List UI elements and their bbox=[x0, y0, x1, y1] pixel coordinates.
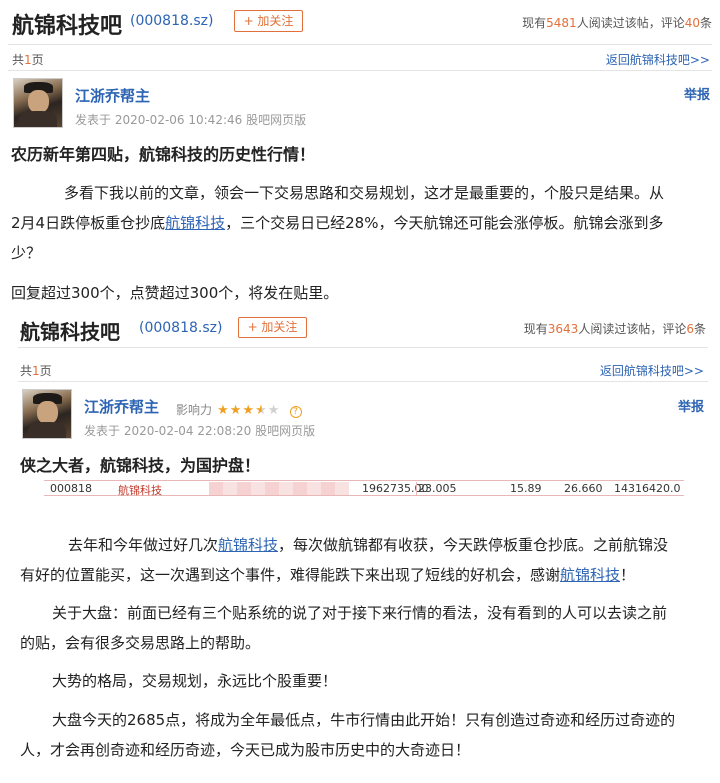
embedded-back-link: 返回航锦科技吧>> bbox=[599, 364, 704, 378]
bar-title[interactable]: 航锦科技吧 bbox=[12, 8, 122, 40]
read-stats: 现有5481人阅读过该帖，评论40条 bbox=[522, 16, 712, 30]
embedded-paragraph: 人，才会再创奇迹和经历奇迹，今天已成为股市历史中的大奇迹日！ bbox=[20, 741, 471, 759]
post-paragraph: 多看下我以前的文章，领会一下交易思路和交易规划，这才是最重要的，个股只是结果。从 bbox=[64, 184, 665, 202]
follow-button[interactable]: + 加关注 bbox=[234, 10, 303, 32]
quote-code: 000818 bbox=[50, 482, 92, 495]
embedded-read-stats: 现有3643人阅读过该帖，评论6条 bbox=[523, 322, 706, 336]
star-icon: ★ bbox=[217, 403, 230, 418]
quote-amount: 14316420.0 bbox=[614, 482, 681, 495]
report-link[interactable]: 举报 bbox=[684, 84, 710, 103]
embedded-post-title: 侠之大者，航锦科技，为国护盘！ bbox=[20, 456, 261, 475]
divider bbox=[8, 44, 712, 45]
rating-stars: ★★★★★ bbox=[217, 403, 285, 418]
star-icon: ★ bbox=[242, 403, 256, 418]
divider bbox=[18, 347, 708, 348]
quote-price: 23.005 bbox=[418, 482, 457, 495]
embedded-stock-code: (000818.sz) bbox=[139, 320, 223, 336]
star-icon: ★ bbox=[229, 403, 243, 418]
embedded-paragraph: 的贴，会有很多交易思路上的帮助。 bbox=[20, 634, 261, 652]
embedded-username: 江浙乔帮主 bbox=[84, 398, 160, 416]
post-paragraph: 回复超过300个，点赞超过300个，将发在贴里。 bbox=[11, 284, 339, 302]
quote-value-3: 15.89 bbox=[510, 482, 542, 495]
stock-code[interactable]: (000818.sz) bbox=[130, 13, 213, 29]
blurred-field bbox=[209, 482, 349, 495]
embedded-paragraph: 大盘今天的2685点，将成为全年最低点，牛市行情由此开始！只有创造过奇迹和经历过… bbox=[52, 711, 676, 729]
divider bbox=[8, 70, 712, 71]
embedded-user-avatar bbox=[22, 389, 72, 439]
divider bbox=[18, 381, 708, 382]
post-paragraph: 2月4日跌停板重仓抄底航锦科技，三个交易日已经28%，今天航锦还可能会涨停板。航… bbox=[11, 214, 664, 232]
star-icon: ★ bbox=[267, 403, 281, 418]
embedded-paragraph: 关于大盘：前面已经有三个贴系统的说了对于接下来行情的看法，没有看到的人可以去读之… bbox=[52, 604, 668, 622]
comment-count: 40 bbox=[684, 16, 700, 30]
quote-name: 航锦科技 bbox=[118, 484, 162, 497]
influence-rating: 影响力 ★★★★★ ? bbox=[176, 399, 302, 418]
embedded-paragraph: 大势的格局，交易规划，永远比个股重要！ bbox=[52, 672, 338, 690]
post-meta: 发表于 2020-02-06 10:42:46 股吧网页版 bbox=[75, 113, 307, 127]
embedded-post-meta: 发表于 2020-02-04 22:08:20 股吧网页版 bbox=[84, 424, 316, 438]
embedded-paragraph: 去年和今年做过好几次航锦科技，每次做航锦都有收获，今天跌停板重仓抄底。之前航锦没 bbox=[68, 536, 669, 554]
reader-count: 5481 bbox=[546, 16, 577, 30]
embedded-page-count: 共1页 bbox=[20, 364, 52, 378]
stock-link: 航锦科技 bbox=[560, 566, 621, 584]
embedded-follow-button: + 加关注 bbox=[238, 317, 307, 338]
quote-value-4: 26.660 bbox=[564, 482, 603, 495]
embedded-report: 举报 bbox=[677, 400, 704, 415]
half-star-icon: ★ bbox=[255, 403, 268, 418]
post-title: 农历新年第四贴，航锦科技的历史性行情！ bbox=[11, 145, 316, 164]
embedded-paragraph: 有好的位置能买，这一次遇到这个事件，难得能跌下来出现了短线的好机会，感谢航锦科技… bbox=[20, 566, 636, 584]
stock-link: 航锦科技 bbox=[218, 536, 279, 554]
username[interactable]: 江浙乔帮主 bbox=[75, 85, 150, 106]
back-to-bar-link[interactable]: 返回航锦科技吧>> bbox=[606, 51, 710, 68]
post-paragraph: 少？ bbox=[11, 244, 42, 262]
stock-link[interactable]: 航锦科技 bbox=[165, 214, 225, 232]
quote-strip: 000818 航锦科技 1962735.00 23.005 15.89 26.6… bbox=[44, 480, 684, 497]
embedded-bar-title: 航锦科技吧 bbox=[20, 320, 120, 344]
page-count: 共1页 bbox=[12, 53, 44, 67]
user-avatar[interactable] bbox=[13, 78, 63, 128]
help-icon: ? bbox=[289, 406, 302, 418]
